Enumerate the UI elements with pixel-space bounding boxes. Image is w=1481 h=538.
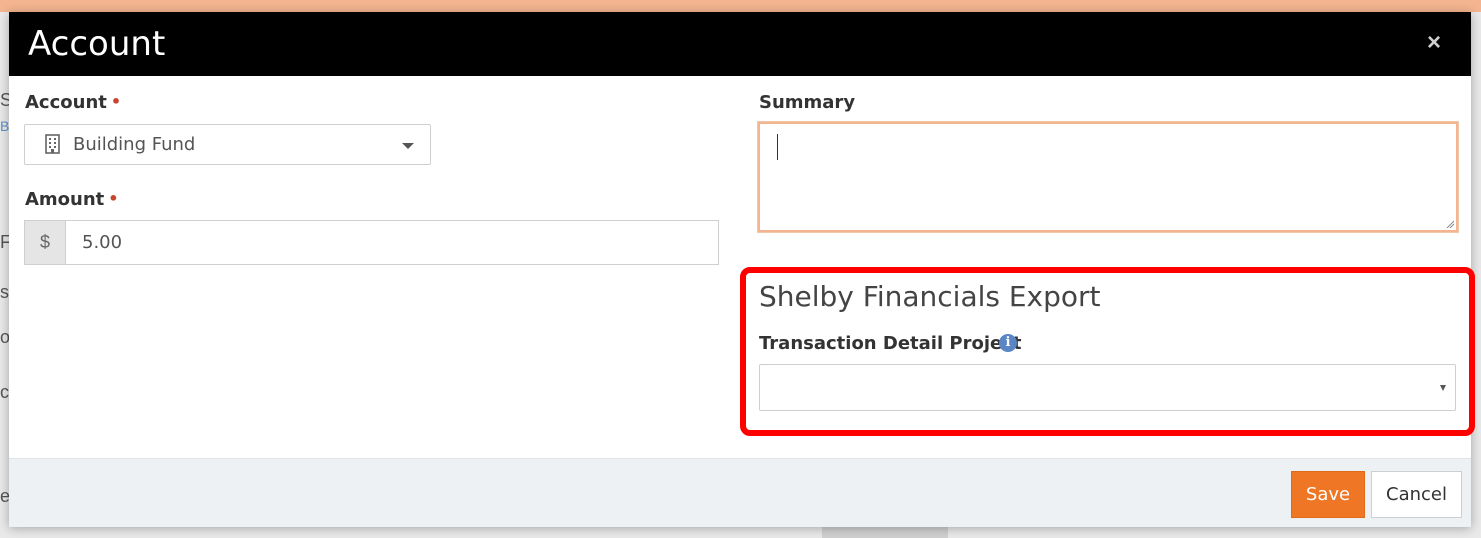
- background-fragment: Ba: [0, 118, 9, 134]
- cancel-button[interactable]: Cancel: [1371, 471, 1462, 518]
- background-fragment: cc: [0, 382, 9, 402]
- background-page-header: [0, 0, 1481, 12]
- chevron-down-icon: [402, 143, 414, 149]
- summary-label: Summary: [759, 92, 856, 113]
- required-indicator: •: [110, 92, 122, 111]
- amount-label-text: Amount: [25, 189, 105, 210]
- resize-grip-icon[interactable]: [1446, 220, 1454, 228]
- amount-input-group: $ 5.00: [24, 220, 719, 265]
- background-fragment: sa: [0, 282, 9, 302]
- shelby-export-title: Shelby Financials Export: [759, 280, 1101, 313]
- account-selected-value: Building Fund: [73, 134, 196, 155]
- background-fragment: S: [0, 90, 9, 110]
- close-icon[interactable]: ×: [1423, 30, 1445, 56]
- modal-footer: Save Cancel: [9, 458, 1471, 527]
- background-fragment: Fi: [0, 232, 9, 252]
- info-icon[interactable]: i: [999, 334, 1017, 352]
- background-page-left: S Ba Fi sa or cc er: [0, 12, 9, 538]
- save-button[interactable]: Save: [1291, 471, 1365, 518]
- account-select[interactable]: Building Fund: [24, 124, 431, 165]
- required-indicator: •: [108, 189, 119, 208]
- summary-textarea[interactable]: [758, 122, 1458, 232]
- background-fragment: er: [0, 486, 9, 506]
- account-label-text: Account: [25, 92, 107, 113]
- amount-input[interactable]: 5.00: [66, 220, 719, 265]
- currency-addon: $: [24, 220, 66, 265]
- chevron-down-icon: [1440, 385, 1446, 391]
- building-icon: [45, 134, 60, 154]
- account-modal: Account × Account • Building Fund Amount •…: [9, 12, 1475, 527]
- modal-header: Account ×: [9, 12, 1471, 76]
- transaction-detail-project-label: Transaction Detail Project: [759, 333, 1022, 354]
- modal-title: Account: [28, 24, 166, 64]
- amount-label: Amount •: [25, 189, 119, 210]
- account-label: Account •: [25, 92, 121, 113]
- background-page-bottom: [0, 526, 1481, 538]
- background-fragment: or: [0, 327, 9, 347]
- background-button: [822, 526, 948, 538]
- transaction-detail-project-select[interactable]: [759, 364, 1456, 411]
- text-cursor: [777, 134, 778, 160]
